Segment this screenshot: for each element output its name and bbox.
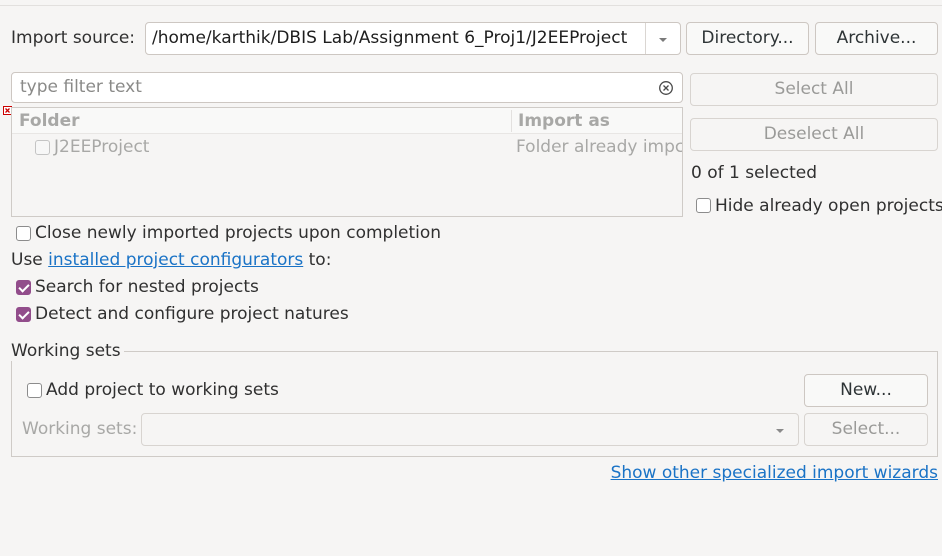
filter-field[interactable]: type filter text <box>11 72 683 103</box>
table-header: Folder Import as <box>12 108 682 134</box>
working-sets-title: Working sets <box>11 341 124 361</box>
configurators-link[interactable]: installed project configurators <box>48 250 303 270</box>
column-header-folder[interactable]: Folder <box>19 111 80 131</box>
new-working-set-button[interactable]: New... <box>804 374 928 407</box>
add-to-working-sets-label[interactable]: Add project to working sets <box>46 380 279 400</box>
directory-button[interactable]: Directory... <box>686 22 809 55</box>
use-suffix: to: <box>308 250 332 270</box>
chevron-down-icon[interactable] <box>774 427 786 435</box>
deselect-all-button[interactable]: Deselect All <box>690 118 938 151</box>
row-checkbox[interactable] <box>35 140 50 155</box>
search-nested-label[interactable]: Search for nested projects <box>35 277 259 297</box>
import-source-combo[interactable]: /home/karthik/DBIS Lab/Assignment 6_Proj… <box>145 22 681 55</box>
projects-table[interactable]: Folder Import as J2EEProject Folder alre… <box>11 107 683 217</box>
top-divider <box>0 0 942 6</box>
close-projects-checkbox[interactable] <box>16 226 31 241</box>
working-sets-label: Working sets: <box>22 419 138 439</box>
import-source-label: Import source: <box>11 28 136 48</box>
table-row[interactable]: J2EEProject Folder already impc <box>12 135 682 161</box>
column-header-import-as[interactable]: Import as <box>518 111 610 131</box>
clear-filter-icon[interactable] <box>658 80 674 96</box>
search-nested-checkbox[interactable] <box>16 280 31 295</box>
selected-count: 0 of 1 selected <box>691 163 817 183</box>
column-divider <box>511 110 512 132</box>
archive-button[interactable]: Archive... <box>815 22 938 55</box>
row-folder-name: J2EEProject <box>54 137 150 157</box>
working-sets-combo[interactable] <box>141 413 799 446</box>
use-prefix: Use <box>11 250 43 270</box>
filter-placeholder: type filter text <box>20 77 142 97</box>
configurators-line: Use installed project configurators to: <box>11 250 331 270</box>
select-working-sets-button[interactable]: Select... <box>804 413 928 446</box>
combo-separator <box>645 23 646 54</box>
select-all-button[interactable]: Select All <box>690 73 938 106</box>
close-projects-label[interactable]: Close newly imported projects upon compl… <box>35 223 441 243</box>
chevron-down-icon[interactable] <box>657 36 669 44</box>
hide-open-projects-checkbox[interactable] <box>696 198 711 213</box>
add-to-working-sets-checkbox[interactable] <box>27 383 42 398</box>
other-import-wizards-link[interactable]: Show other specialized import wizards <box>611 463 938 483</box>
hide-open-projects-label[interactable]: Hide already open projects <box>715 196 942 216</box>
detect-natures-label[interactable]: Detect and configure project natures <box>35 304 349 324</box>
detect-natures-checkbox[interactable] <box>16 307 31 322</box>
import-source-value[interactable]: /home/karthik/DBIS Lab/Assignment 6_Proj… <box>152 28 627 48</box>
row-import-status: Folder already impc <box>516 137 682 157</box>
